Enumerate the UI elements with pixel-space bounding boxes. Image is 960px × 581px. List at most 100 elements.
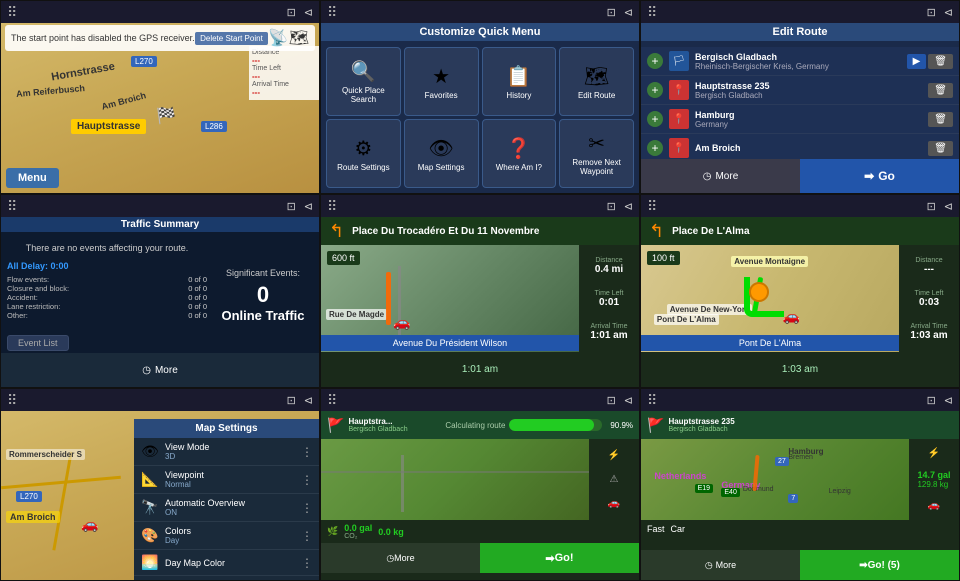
back-icon-6[interactable]: ⊲	[944, 200, 953, 213]
back-icon-2[interactable]: ⊲	[624, 6, 633, 19]
qm-history[interactable]: 📋 History	[482, 47, 557, 116]
nav-sidebar-alma: Distance --- Time Left 0:03 Arrival Time…	[899, 245, 959, 352]
time-left-stat-label-paris: Time Left	[595, 290, 624, 297]
arrival-stat-alma: Arrival Time 1:03 am	[910, 323, 947, 341]
all-delay-label: All Delay:	[7, 261, 48, 271]
window-icon-2[interactable]: ⊡	[607, 6, 616, 19]
co2-icon: 🌿	[327, 526, 338, 537]
more-button-route[interactable]: ◷ More	[641, 550, 800, 580]
delete-btn-1[interactable]: 🗑	[928, 83, 953, 98]
nav-footer-time-paris: 1:01 am	[462, 364, 498, 375]
avenue-montaigne-label: Avenue Montaigne	[731, 256, 808, 267]
qm-edit-route[interactable]: 🗺 Edit Route	[559, 47, 634, 116]
route-line-paris	[386, 272, 391, 326]
qm-favorites[interactable]: ★ Favorites	[404, 47, 479, 116]
day-map-color-icon: 🌅	[140, 554, 160, 571]
delete-btn-3[interactable]: 🗑	[928, 141, 953, 156]
back-icon-8[interactable]: ⊲	[624, 394, 633, 407]
significant-value: 0	[257, 282, 269, 308]
window-icon-6[interactable]: ⊡	[927, 200, 936, 213]
calc-stat-gal-label: CO₂	[344, 533, 372, 540]
menu-dots-5[interactable]: ⠿	[327, 198, 337, 215]
window-icon-3[interactable]: ⊡	[927, 6, 936, 19]
auto-overview-row[interactable]: 🔭 Automatic Overview ON ⋮	[134, 494, 319, 522]
back-icon-9[interactable]: ⊲	[944, 394, 953, 407]
colors-icon: 🎨	[140, 527, 160, 544]
nav-map-paris-cell: ⠿ ⊡ ⊲ ↰ Place Du Trocadéro Et Du 11 Nove…	[320, 194, 640, 388]
qm-map-settings[interactable]: 👁 Map Settings	[404, 119, 479, 188]
fast-option-9: Fast	[647, 524, 665, 534]
window-icon-5[interactable]: ⊡	[607, 200, 616, 213]
qm-quick-place-search[interactable]: 🔍 Quick Place Search	[326, 47, 401, 116]
add-waypoint-icon-3[interactable]: +	[647, 140, 663, 156]
viewpoint-row[interactable]: 📐 Viewpoint Normal ⋮	[134, 466, 319, 494]
window-icon-1[interactable]: ⊡	[287, 6, 296, 19]
distance-stat-label-paris: Distance	[595, 257, 623, 264]
nav-footer-alma: 1:03 am	[641, 352, 959, 387]
quick-menu-title: Customize Quick Menu	[321, 23, 639, 41]
qm-where-am-i[interactable]: ❓ Where Am I?	[482, 119, 557, 188]
arrival-stat-paris: Arrival Time 1:01 am	[590, 323, 627, 341]
more-button-edit-route[interactable]: ◷ More	[641, 159, 800, 193]
map-settings-panel: Map Settings 👁 View Mode 3D ⋮ 📐 Viewpoin…	[134, 419, 319, 580]
gps-satellite-icon: 📡	[268, 28, 288, 48]
colors-row[interactable]: 🎨 Colors Day ⋮	[134, 522, 319, 550]
day-map-color-row[interactable]: 🌅 Day Map Color ⋮	[134, 550, 319, 576]
menu-dots-4[interactable]: ⠿	[7, 198, 17, 215]
view-mode-row[interactable]: 👁 View Mode 3D ⋮	[134, 438, 319, 466]
menu-dots-7[interactable]: ⠿	[7, 392, 17, 409]
menu-dots-2[interactable]: ⠿	[327, 4, 337, 21]
route-item-3[interactable]: + 📍 Am Broich 🗑	[641, 134, 959, 159]
back-icon-5[interactable]: ⊲	[624, 200, 633, 213]
go-button-edit-route[interactable]: ➡ Go	[800, 159, 959, 193]
colors-name: Colors	[165, 526, 296, 536]
back-icon-4[interactable]: ⊲	[304, 200, 313, 213]
delete-btn-2[interactable]: 🗑	[928, 112, 953, 127]
window-icon-4[interactable]: ⊡	[287, 200, 296, 213]
go-button-calc[interactable]: ➡ Go!	[480, 543, 639, 573]
calc-progress-pct: 90.9%	[610, 421, 633, 430]
delete-start-btn[interactable]: Delete Start Point	[195, 32, 268, 45]
menu-dots-8[interactable]: ⠿	[327, 392, 337, 409]
menu-dots-6[interactable]: ⠿	[647, 198, 657, 215]
menu-dots-9[interactable]: ⠿	[647, 392, 657, 409]
quick-menu-grid: 🔍 Quick Place Search ★ Favorites 📋 Histo…	[326, 47, 634, 188]
colors-dot: ⋮	[301, 529, 313, 543]
route-item-0[interactable]: + 🏳 Bergisch Gladbach Rheinisch-Bergisch…	[641, 47, 959, 76]
route-stats-panel: Distance --- Time Left --- Arrival Time …	[249, 46, 319, 100]
rommerscheider-label: Rommerscheider S	[6, 449, 85, 460]
delete-btn-0[interactable]: 🗑	[928, 54, 953, 69]
menu-button[interactable]: Menu	[6, 168, 59, 188]
calc-road-2	[321, 471, 589, 473]
menu-dots-1[interactable]: ⠿	[7, 4, 17, 21]
co2-stat-kg-9: 129.8 kg	[917, 480, 950, 489]
add-waypoint-icon-1[interactable]: +	[647, 82, 663, 98]
back-icon-3[interactable]: ⊲	[944, 6, 953, 19]
menu-dots-3[interactable]: ⠿	[647, 4, 657, 21]
event-list-button[interactable]: Event List	[7, 335, 69, 351]
qm-label-6: Where Am I?	[496, 163, 542, 172]
window-icon-7[interactable]: ⊡	[287, 394, 296, 407]
back-icon-1[interactable]: ⊲	[304, 6, 313, 19]
route-item-2[interactable]: + 📍 Hamburg Germany 🗑	[641, 105, 959, 134]
window-icon-8[interactable]: ⊡	[607, 394, 616, 407]
destination-flag: 🏁	[156, 106, 176, 126]
go-label-calc: Go!	[555, 552, 574, 564]
add-waypoint-icon-2[interactable]: +	[647, 111, 663, 127]
calc-road-1	[401, 455, 404, 512]
route-item-1[interactable]: + 📍 Hauptstrasse 235 Bergisch Gladbach 🗑	[641, 76, 959, 105]
play-btn-0[interactable]: ▶	[907, 54, 927, 69]
road-line-7a	[52, 451, 72, 550]
qm-route-settings[interactable]: ⚙ Route Settings	[326, 119, 401, 188]
qm-remove-waypoint[interactable]: ✂ Remove Next Waypoint	[559, 119, 634, 188]
more-button-calc[interactable]: ◷ More	[321, 543, 480, 573]
window-icon-9[interactable]: ⊡	[927, 394, 936, 407]
add-waypoint-icon-0[interactable]: +	[647, 53, 663, 69]
go-button-route[interactable]: ➡ Go! (5)	[800, 550, 959, 580]
more-button-traffic[interactable]: ◷ More	[1, 353, 319, 387]
back-icon-7[interactable]: ⊲	[304, 394, 313, 407]
traffic-summary-cell: ⠿ ⊡ ⊲ Traffic Summary There are no event…	[0, 194, 320, 388]
nav-footer-paris: 1:01 am	[321, 352, 639, 387]
route-icon: 🗺	[584, 64, 609, 89]
edit-route-cell: ⠿ ⊡ ⊲ Edit Route + 🏳 Bergisch Gladbach R…	[640, 0, 960, 194]
